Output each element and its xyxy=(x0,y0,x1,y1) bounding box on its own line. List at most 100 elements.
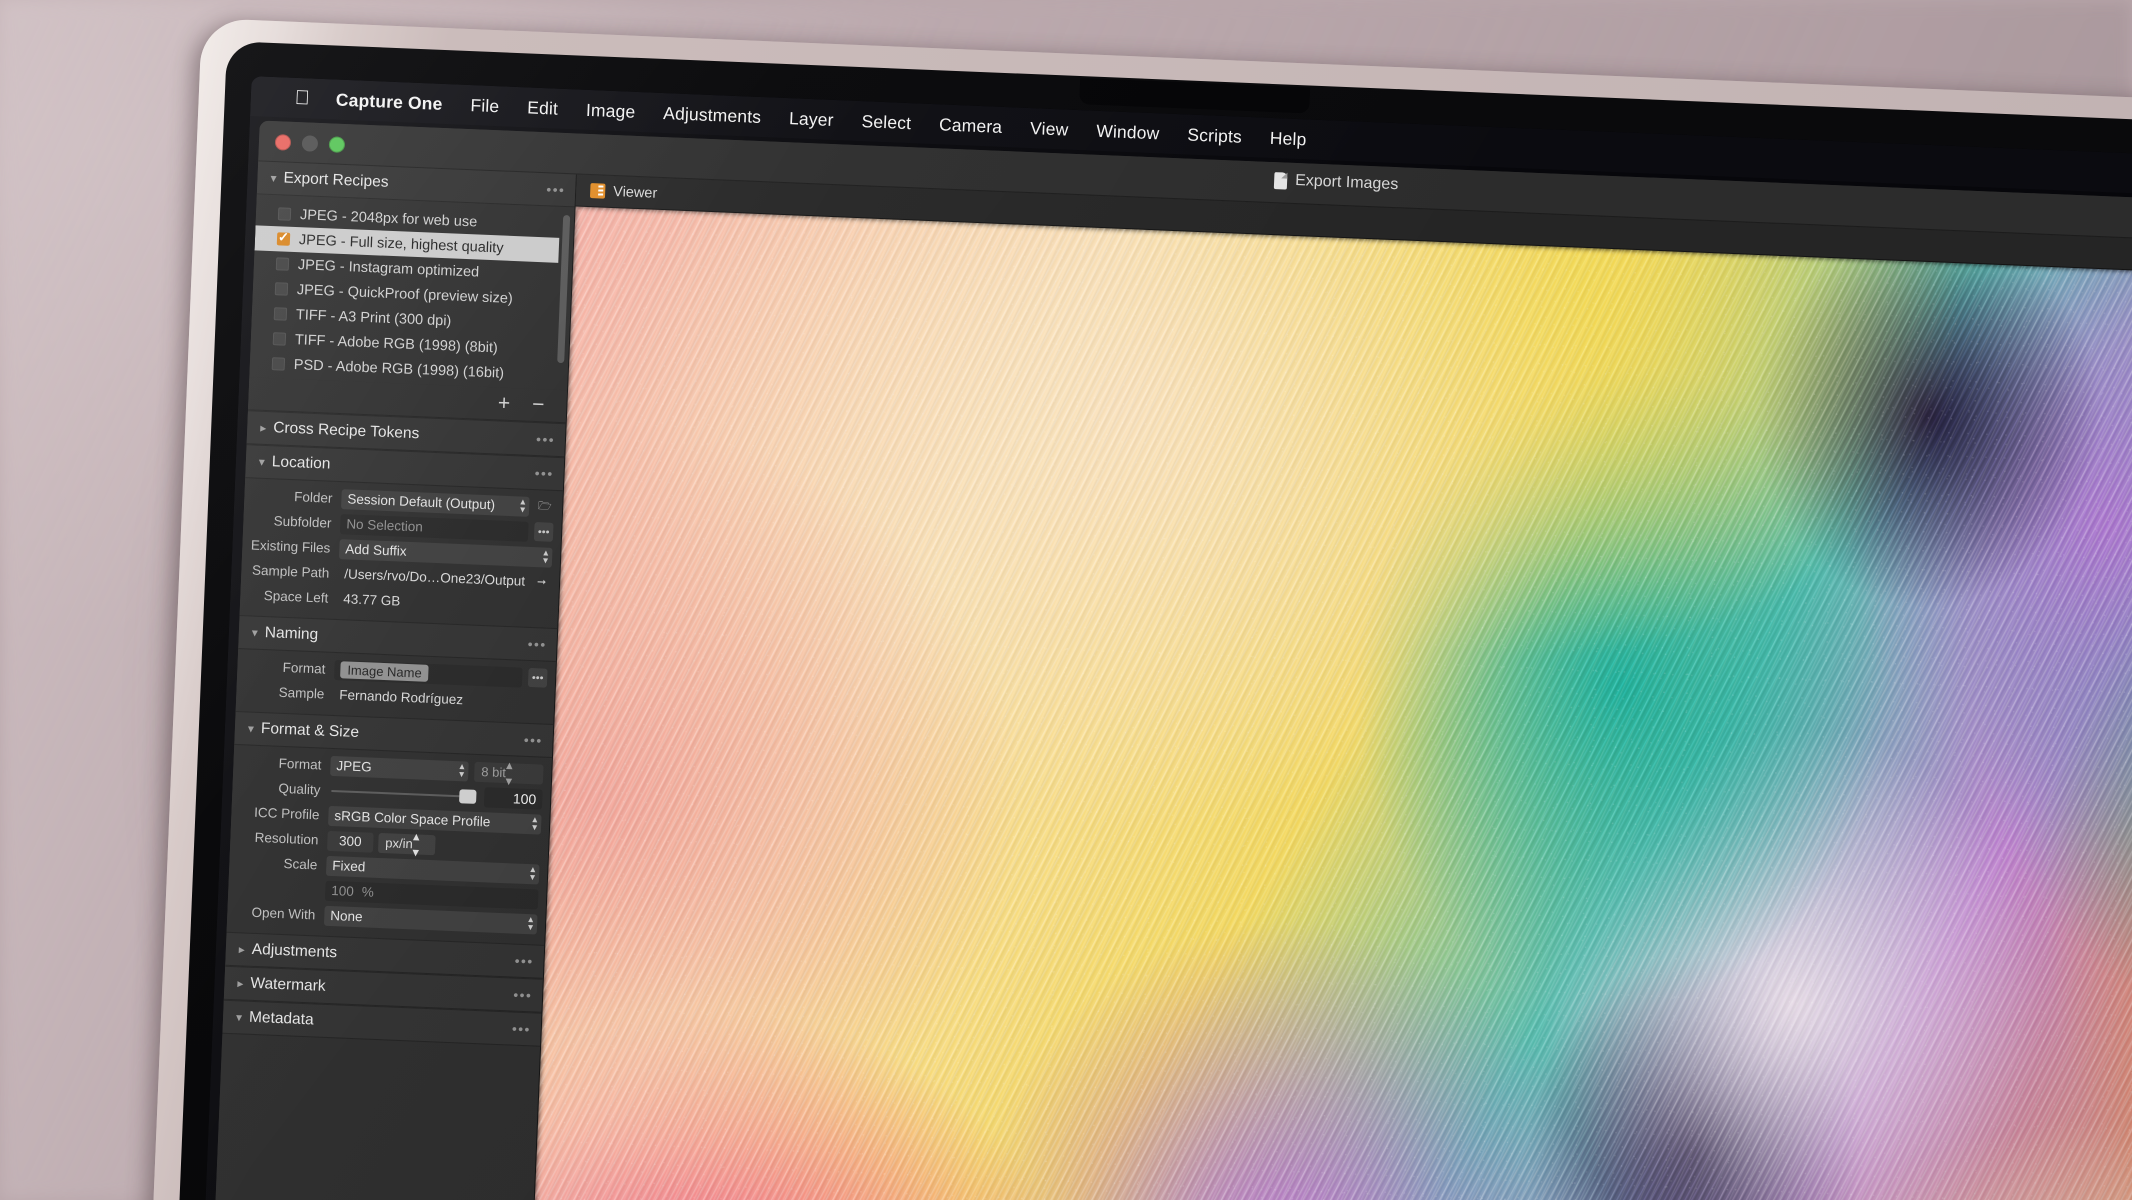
existing-files-label: Existing Files xyxy=(250,537,331,556)
location-section: Folder Session Default (Output) ▴ ▾ 🗁 Sub… xyxy=(239,478,563,629)
overflow-menu-icon-watermark[interactable]: ••• xyxy=(513,987,533,1004)
laptop-device:  Capture One File Edit Image Adjustment… xyxy=(142,18,2132,1200)
menu-item-help[interactable]: Help xyxy=(1255,127,1320,151)
existing-files-value: Add Suffix xyxy=(345,541,407,559)
open-with-label: Open With xyxy=(251,904,316,923)
panel-title-watermark: Watermark xyxy=(250,974,326,995)
chevron-right-icon: ▸ xyxy=(238,942,246,957)
chevron-down-icon: ▾ xyxy=(251,625,259,640)
resolution-label: Resolution xyxy=(254,829,319,848)
overflow-menu-icon-export-recipes[interactable]: ••• xyxy=(546,181,566,198)
sample-path-value: /Users/rvo/Do…One23/Output xyxy=(344,566,526,589)
recipe-checkbox[interactable] xyxy=(274,282,289,296)
resolution-value[interactable]: 300 xyxy=(326,830,374,853)
menu-item-file[interactable]: File xyxy=(456,94,514,117)
recipe-label: JPEG - Full size, highest quality xyxy=(298,231,504,257)
arrow-right-icon[interactable]: ➞ xyxy=(532,572,552,592)
menu-item-adjustments[interactable]: Adjustments xyxy=(649,102,776,128)
bit-depth-select[interactable]: 8 bit ▴ ▾ xyxy=(473,757,544,788)
tab-viewer[interactable]: Viewer xyxy=(613,184,658,202)
window-traffic-lights xyxy=(274,134,346,153)
panel-title-format-size: Format & Size xyxy=(260,720,360,742)
naming-format-field[interactable]: Image Name xyxy=(333,659,523,688)
recipe-checkbox[interactable] xyxy=(273,307,288,321)
space-left-label: Space Left xyxy=(263,588,329,606)
resolution-unit-value: px/in xyxy=(385,835,414,852)
overflow-menu-icon-metadata[interactable]: ••• xyxy=(512,1021,532,1038)
naming-format-label: Format xyxy=(282,659,326,677)
recipe-checkbox[interactable] xyxy=(272,332,287,346)
chevron-right-icon: ▸ xyxy=(237,976,244,991)
subfolder-input[interactable]: No Selection xyxy=(339,513,529,542)
chevron-down-icon: ▾ xyxy=(270,170,277,186)
menu-item-window[interactable]: Window xyxy=(1082,120,1174,145)
export-sidebar[interactable]: ▾ Export Recipes ••• JPEG - 2048px for w… xyxy=(204,161,577,1200)
naming-format-token[interactable]: Image Name xyxy=(340,661,430,682)
overflow-menu-icon-adjustments[interactable]: ••• xyxy=(514,953,534,970)
menu-item-image[interactable]: Image xyxy=(572,99,650,123)
menu-item-view[interactable]: View xyxy=(1016,117,1083,141)
zoom-button[interactable] xyxy=(328,136,346,153)
remove-recipe-button[interactable]: − xyxy=(532,393,545,417)
folder-label: Folder xyxy=(293,489,333,506)
window-title-label: Export Images xyxy=(1294,171,1399,194)
scale-amount-unit: % xyxy=(361,884,375,900)
quality-slider-track xyxy=(331,789,473,798)
chevron-down-icon: ▾ xyxy=(235,1010,243,1025)
menu-item-capture-one[interactable]: Capture One xyxy=(335,89,456,115)
screenshot-stage:  Capture One File Edit Image Adjustment… xyxy=(0,0,2132,1200)
overflow-menu-icon-naming[interactable]: ••• xyxy=(527,636,547,653)
recipe-checkbox[interactable] xyxy=(275,257,290,271)
chevron-right-icon: ▸ xyxy=(259,420,267,435)
menu-item-select[interactable]: Select xyxy=(847,110,925,134)
format-select[interactable]: JPEG ▴ ▾ xyxy=(330,755,469,782)
panel-title-export-recipes: Export Recipes xyxy=(283,169,389,191)
add-recipe-button[interactable]: + xyxy=(497,391,510,415)
subfolder-tokens-button[interactable]: ••• xyxy=(533,522,554,542)
chevron-updown-icon: ▴ ▾ xyxy=(529,863,536,883)
quality-slider-knob[interactable] xyxy=(459,788,477,804)
open-with-value: None xyxy=(329,908,363,925)
apple-icon[interactable]:  xyxy=(294,87,310,110)
quality-slider[interactable] xyxy=(329,780,479,806)
recipe-label: PSD - Adobe RGB (1998) (16bit) xyxy=(293,356,505,382)
subfolder-label: Subfolder xyxy=(273,513,332,531)
open-with-select[interactable]: None ▴ ▾ xyxy=(323,905,538,934)
recipe-checkbox[interactable] xyxy=(277,207,292,221)
overflow-menu-icon-location[interactable]: ••• xyxy=(534,465,554,482)
quality-label: Quality xyxy=(278,780,321,798)
close-button[interactable] xyxy=(274,134,292,151)
panel-title-cross-recipe-tokens: Cross Recipe Tokens xyxy=(272,419,420,443)
export-recipes-list[interactable]: JPEG - 2048px for web use JPEG - Full si… xyxy=(249,194,575,391)
format-size-section: Format JPEG ▴ ▾ 8 bit ▴ ▾ Quality 100 IC… xyxy=(226,744,552,945)
folder-select[interactable]: Session Default (Output) ▴ ▾ xyxy=(340,488,530,517)
menu-item-camera[interactable]: Camera xyxy=(925,113,1017,138)
menu-item-scripts[interactable]: Scripts xyxy=(1173,123,1256,147)
icc-profile-value: sRGB Color Space Profile xyxy=(334,808,491,830)
chevron-updown-icon: ▴ ▾ xyxy=(505,756,514,788)
overflow-menu-icon-cross-recipe-tokens[interactable]: ••• xyxy=(536,431,556,448)
recipe-checkbox[interactable] xyxy=(276,232,291,246)
scale-label: Scale xyxy=(283,856,318,873)
scale-amount-value: 100 xyxy=(331,883,355,899)
minimize-button[interactable] xyxy=(301,135,319,152)
resolution-unit-select[interactable]: px/in ▴ ▾ xyxy=(377,828,436,859)
viewer-canvas[interactable] xyxy=(522,206,2132,1200)
preview-vignette xyxy=(522,206,2132,1200)
recipe-checkbox[interactable] xyxy=(271,357,286,371)
folder-browse-icon[interactable]: 🗁 xyxy=(535,497,555,517)
menu-item-layer[interactable]: Layer xyxy=(775,107,848,131)
panel-title-metadata: Metadata xyxy=(248,1008,315,1029)
scale-amount-label xyxy=(228,886,325,890)
bit-depth-value: 8 bit xyxy=(481,764,507,781)
format-label: Format xyxy=(278,755,322,773)
chevron-updown-icon: ▴ ▾ xyxy=(527,913,534,933)
quality-value[interactable]: 100 xyxy=(483,786,543,810)
naming-sample-label: Sample xyxy=(278,684,325,702)
chevron-down-icon: ▾ xyxy=(258,454,266,469)
document-icon xyxy=(1273,171,1288,190)
overflow-menu-icon-format-size[interactable]: ••• xyxy=(523,732,543,749)
space-left-value: 43.77 GB xyxy=(342,591,401,609)
naming-format-edit-button[interactable]: ••• xyxy=(527,667,548,688)
menu-item-edit[interactable]: Edit xyxy=(513,96,573,119)
